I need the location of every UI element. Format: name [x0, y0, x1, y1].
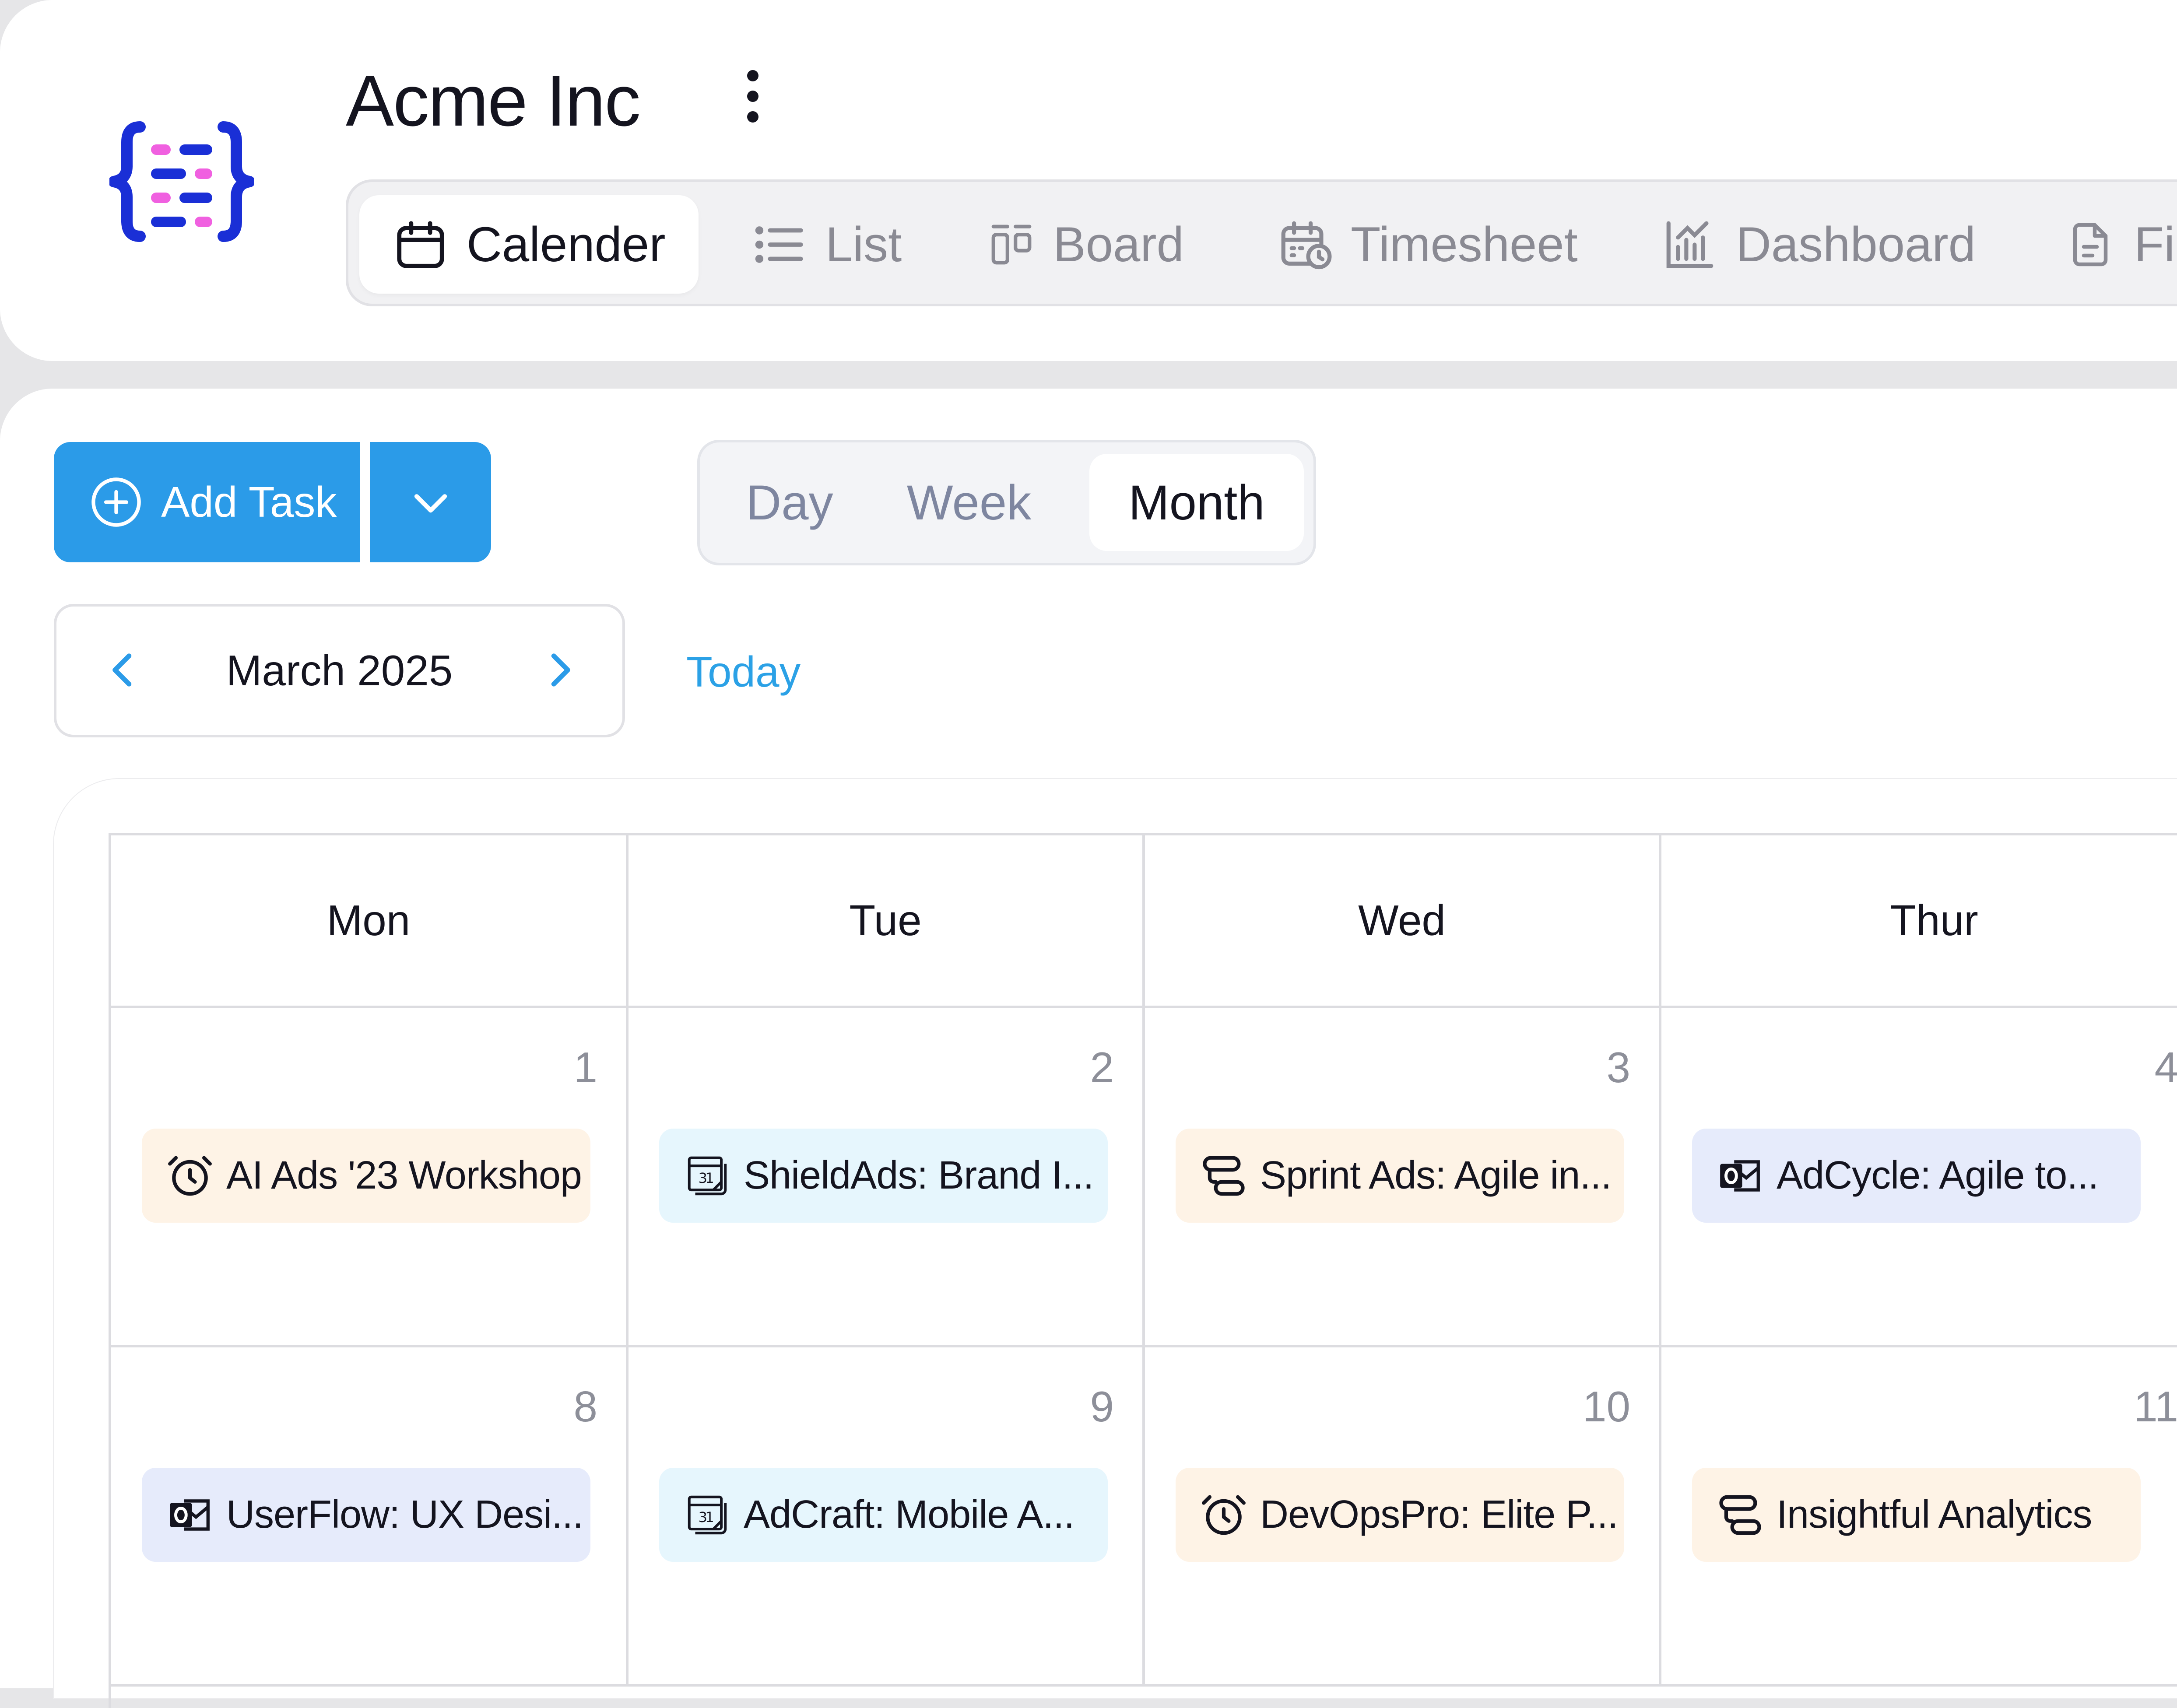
app-logo [109, 121, 254, 242]
chevron-down-icon [414, 494, 447, 512]
calendar-day-cell[interactable]: 11 Insightful Analytics [1661, 1347, 2177, 1687]
calendar-event[interactable]: Insightful Analytics [1692, 1468, 2141, 1562]
tab-list-label: List [825, 217, 902, 272]
tab-files-label: Fi [2134, 217, 2175, 272]
calendar-day-cell[interactable]: 9 31 AdCraft: Mobile A... [629, 1347, 1145, 1687]
event-title: Sprint Ads: Agile in... [1260, 1154, 1612, 1197]
date-number: 10 [1582, 1382, 1630, 1431]
month-calendar-grid: Mon Tue Wed Thur 1 AI Ads '23 Workshop 2… [109, 833, 2177, 1708]
google-calendar-icon: 31 [688, 1495, 727, 1534]
outlook-icon [1720, 1160, 1760, 1192]
view-day-option[interactable]: Day [726, 454, 853, 551]
dashboard-icon [1666, 221, 1714, 268]
month-navigator: March 2025 [54, 604, 625, 737]
date-number: 11 [2134, 1382, 2177, 1431]
event-title: AdCraft: Mobile A... [744, 1493, 1074, 1536]
calendar-event[interactable]: Sprint Ads: Agile in... [1176, 1129, 1624, 1223]
header-panel: Acme Inc Calender List Board Timesheet D… [0, 0, 2177, 361]
view-week-option[interactable]: Week [897, 454, 1041, 551]
view-switcher: Day Week Month [697, 440, 1316, 565]
event-title: DevOpsPro: Elite P... [1260, 1493, 1619, 1536]
calendar-day-cell[interactable]: 1 AI Ads '23 Workshop [111, 1008, 629, 1347]
google-calendar-icon: 31 [688, 1156, 727, 1195]
tab-timesheet[interactable]: Timesheet [1276, 195, 1578, 294]
view-month-option[interactable]: Month [1089, 454, 1304, 551]
date-number: 2 [1090, 1043, 1114, 1091]
calendar-day-cell[interactable]: 10 DevOpsPro: Elite P... [1145, 1347, 1661, 1687]
event-title: UserFlow: UX Desi... [226, 1493, 583, 1536]
tab-dashboard[interactable]: Dashboard [1661, 195, 1976, 294]
event-title: AdCycle: Agile to... [1777, 1154, 2099, 1197]
list-icon [755, 226, 803, 263]
add-task-label: Add Task [161, 478, 337, 526]
calendar-event[interactable]: UserFlow: UX Desi... [142, 1468, 590, 1562]
event-title: Insightful Analytics [1777, 1493, 2092, 1536]
previous-month-button[interactable] [97, 644, 149, 696]
tab-files[interactable]: Fi [2064, 195, 2175, 294]
svg-text:31: 31 [699, 1170, 713, 1186]
today-link[interactable]: Today [686, 643, 801, 700]
calendar-day-cell[interactable]: 2 31 ShieldAds: Brand I... [629, 1008, 1145, 1347]
tab-timesheet-label: Timesheet [1351, 217, 1578, 272]
alarm-clock-icon [168, 1156, 212, 1196]
chevron-right-icon [551, 653, 570, 687]
add-task-button[interactable]: Add Task [54, 442, 360, 562]
weekday-header-wed: Wed [1145, 835, 1661, 1008]
workflow-icon [1203, 1156, 1245, 1196]
calendar-day-cell[interactable]: 4 AdCycle: Agile to... [1661, 1008, 2177, 1347]
calendar-event[interactable]: 31 AdCraft: Mobile A... [659, 1468, 1108, 1562]
outlook-icon [170, 1499, 210, 1531]
calendar-event[interactable]: AdCycle: Agile to... [1692, 1129, 2141, 1223]
weekday-header-tue: Tue [629, 835, 1145, 1008]
weekday-header-mon: Mon [111, 835, 629, 1008]
next-month-button[interactable] [534, 644, 586, 696]
tab-calendar-label: Calender [467, 217, 666, 272]
alarm-clock-icon [1202, 1495, 1246, 1535]
add-task-dropdown-button[interactable] [370, 442, 491, 562]
more-options-icon[interactable] [740, 70, 766, 123]
date-number: 4 [2154, 1043, 2177, 1091]
tab-list[interactable]: List [751, 195, 902, 294]
calendar-icon [397, 221, 444, 268]
event-title: AI Ads '23 Workshop [226, 1154, 582, 1197]
tab-board[interactable]: Board [987, 195, 1184, 294]
date-number: 8 [573, 1382, 597, 1431]
svg-text:31: 31 [699, 1509, 713, 1526]
chevron-left-icon [112, 653, 132, 687]
calendar-event[interactable]: AI Ads '23 Workshop [142, 1129, 590, 1223]
tab-board-label: Board [1053, 217, 1184, 272]
calendar-day-cell[interactable]: 3 Sprint Ads: Agile in... [1145, 1008, 1661, 1347]
tab-calendar[interactable]: Calender [359, 195, 699, 294]
board-icon [991, 224, 1032, 264]
org-name: Acme Inc [346, 60, 641, 141]
calendar-event[interactable]: 31 ShieldAds: Brand I... [659, 1129, 1108, 1223]
calendar-day-cell[interactable]: 8 UserFlow: UX Desi... [111, 1347, 629, 1687]
event-title: ShieldAds: Brand I... [744, 1154, 1094, 1197]
date-number: 1 [573, 1043, 597, 1091]
plus-circle-icon [91, 477, 141, 527]
file-icon [2073, 223, 2108, 266]
timesheet-icon [1281, 221, 1332, 269]
workflow-icon [1719, 1495, 1761, 1535]
tab-dashboard-label: Dashboard [1736, 217, 1976, 272]
date-number: 3 [1606, 1043, 1630, 1091]
date-number: 9 [1090, 1382, 1114, 1431]
weekday-header-thur: Thur [1661, 835, 2177, 1008]
view-tabs-bar: Calender List Board Timesheet Dashboard … [346, 179, 2177, 306]
calendar-event[interactable]: DevOpsPro: Elite P... [1176, 1468, 1624, 1562]
